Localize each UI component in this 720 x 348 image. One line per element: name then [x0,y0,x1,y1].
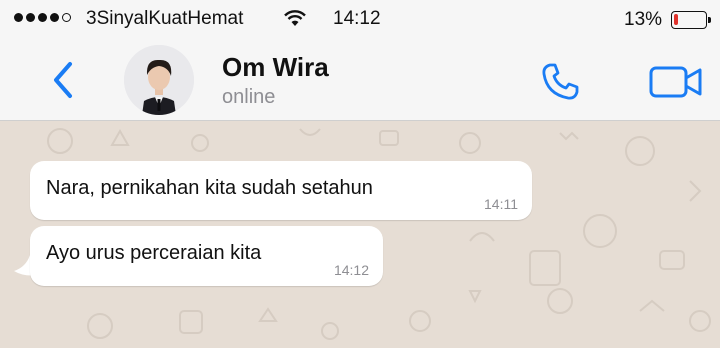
back-chevron-icon[interactable] [48,60,78,100]
phone-icon[interactable] [538,60,582,104]
chat-area[interactable]: Nara, pernikahan kita sudah setahun 14:1… [0,121,720,348]
battery-percentage: 13% [624,9,663,30]
message-timestamp: 14:11 [484,196,518,212]
contact-status: online [222,86,276,108]
message-bubble[interactable]: Ayo urus perceraian kita 14:12 [30,226,383,286]
clock: 14:12 [333,8,381,29]
contact-name[interactable]: Om Wira [222,52,329,83]
message-timestamp: 14:12 [333,262,369,278]
carrier-name: 3SinyalKuatHemat [86,8,244,29]
signal-strength-icon [14,13,71,22]
status-bar: 3SinyalKuatHemat 14:12 13% [0,0,720,40]
message-bubble[interactable]: Nara, pernikahan kita sudah setahun 14:1… [30,161,532,220]
message-text: Nara, pernikahan kita sudah setahun [46,177,373,199]
battery-level-fill [674,14,678,25]
contact-avatar[interactable] [124,45,194,115]
battery-icon [671,11,711,29]
message-text: Ayo urus perceraian kita [46,242,262,264]
chat-header: Om Wira online [0,40,720,121]
video-camera-icon[interactable] [648,62,704,102]
wifi-icon [284,10,306,26]
